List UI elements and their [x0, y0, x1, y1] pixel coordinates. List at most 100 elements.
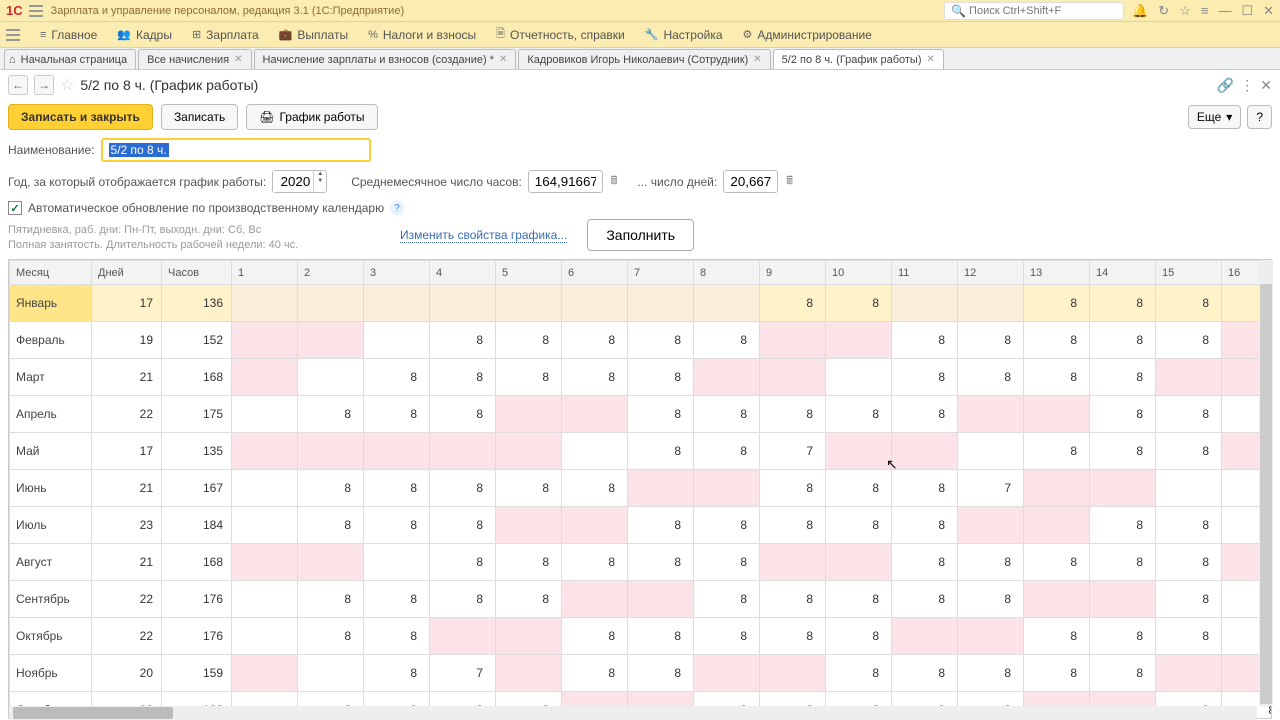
- col-day-14[interactable]: 14: [1090, 261, 1156, 285]
- print-schedule-button[interactable]: 🖨 График работы: [246, 104, 377, 130]
- schedule-table[interactable]: Месяц Дней Часов12345678910111213141516 …: [9, 260, 1271, 718]
- table-row[interactable]: Июль 23 18488888888888: [10, 507, 1272, 544]
- avg-days-input[interactable]: [723, 170, 778, 193]
- table-row[interactable]: Март 21 168888888888: [10, 359, 1272, 396]
- spin-down-icon[interactable]: ▼: [314, 178, 326, 185]
- fill-button[interactable]: Заполнить: [587, 219, 694, 251]
- tab-0[interactable]: ⌂ Начальная страница: [4, 49, 136, 69]
- col-day-7[interactable]: 7: [628, 261, 694, 285]
- menu-item-0[interactable]: ≡ Главное: [32, 25, 105, 45]
- close-tab-icon[interactable]: ✕: [1260, 77, 1272, 94]
- bell-icon[interactable]: 🔔: [1132, 3, 1148, 19]
- col-day-5[interactable]: 5: [496, 261, 562, 285]
- history-icon[interactable]: ↻: [1158, 3, 1169, 19]
- col-day-10[interactable]: 10: [826, 261, 892, 285]
- table-row[interactable]: Ноябрь 20 159878888888: [10, 655, 1272, 692]
- hamburger-icon[interactable]: [29, 5, 43, 17]
- main-menu: ≡ Главное 👥 Кадры ⊞ Зарплата 💼 Выплаты %…: [0, 22, 1280, 48]
- table-row[interactable]: Январь 17 136888888: [10, 285, 1272, 322]
- col-day-6[interactable]: 6: [562, 261, 628, 285]
- calculator-icon-2[interactable]: 🖩: [786, 172, 793, 191]
- spin-up-icon[interactable]: ▲: [314, 171, 326, 178]
- search-icon: 🔍: [951, 4, 966, 18]
- menu-item-4[interactable]: % Налоги и взносы: [360, 25, 484, 45]
- schedule-desc-1: Пятидневка, раб. дни: Пн-Пт, выходн. дни…: [8, 223, 392, 238]
- horizontal-scrollbar[interactable]: [9, 706, 1257, 720]
- table-row[interactable]: Апрель 22 17588888888888: [10, 396, 1272, 433]
- table-row[interactable]: Май 17 1358878888: [10, 433, 1272, 470]
- col-day-1[interactable]: 1: [232, 261, 298, 285]
- name-label: Наименование:: [8, 143, 95, 157]
- year-spinner[interactable]: ▲▼: [272, 170, 327, 193]
- menu-item-3[interactable]: 💼 Выплаты: [271, 25, 356, 45]
- tab-3[interactable]: Кадровиков Игорь Николаевич (Сотрудник) …: [518, 49, 770, 69]
- menu-icon-4: %: [368, 29, 378, 41]
- name-input[interactable]: 5/2 по 8 ч.: [101, 138, 371, 162]
- help-button[interactable]: ?: [1247, 105, 1272, 129]
- link-icon[interactable]: 🔗: [1217, 77, 1234, 94]
- schedule-table-container: Месяц Дней Часов12345678910111213141516 …: [8, 259, 1272, 719]
- col-day-9[interactable]: 9: [760, 261, 826, 285]
- home-icon: ⌂: [9, 54, 16, 66]
- schedule-desc-2: Полная занятость. Длительность рабочей н…: [8, 238, 392, 253]
- nav-back-button[interactable]: ←: [8, 75, 28, 95]
- col-month[interactable]: Месяц: [10, 261, 92, 285]
- close-window-icon[interactable]: ✕: [1263, 3, 1274, 19]
- col-hours[interactable]: Часов: [162, 261, 232, 285]
- menu-item-5[interactable]: 🗎 Отчетность, справки: [488, 22, 633, 47]
- col-day-15[interactable]: 15: [1156, 261, 1222, 285]
- tab-close-icon[interactable]: ✕: [499, 54, 507, 65]
- maximize-icon[interactable]: ☐: [1241, 3, 1253, 19]
- menu-item-7[interactable]: ⚙ Администрирование: [735, 25, 880, 45]
- col-day-12[interactable]: 12: [958, 261, 1024, 285]
- save-and-close-button[interactable]: Записать и закрыть: [8, 104, 153, 130]
- menu-item-2[interactable]: ⊞ Зарплата: [184, 25, 267, 45]
- save-button[interactable]: Записать: [161, 104, 238, 130]
- menu-icon-5: 🗎: [496, 25, 505, 44]
- tab-close-icon[interactable]: ✕: [234, 54, 242, 65]
- col-day-11[interactable]: 11: [892, 261, 958, 285]
- avg-hours-label: Среднемесячное число часов:: [351, 175, 522, 189]
- avg-days-label: ... число дней:: [637, 175, 717, 189]
- more-button[interactable]: Еще ▾: [1188, 105, 1241, 129]
- tab-2[interactable]: Начисление зарплаты и взносов (создание)…: [254, 49, 517, 69]
- menu-icon-6: 🔧: [645, 28, 659, 41]
- favorite-star-icon[interactable]: ☆: [60, 75, 74, 95]
- auto-update-checkbox[interactable]: ✓: [8, 201, 22, 215]
- change-properties-link[interactable]: Изменить свойства графика...: [400, 228, 567, 243]
- menu-item-6[interactable]: 🔧 Настройка: [637, 25, 731, 45]
- col-day-3[interactable]: 3: [364, 261, 430, 285]
- search-input[interactable]: [969, 5, 1117, 17]
- global-search[interactable]: 🔍: [944, 2, 1124, 20]
- table-row[interactable]: Июнь 21 1678888888878: [10, 470, 1272, 507]
- nav-forward-button[interactable]: →: [34, 75, 54, 95]
- col-days[interactable]: Дней: [92, 261, 162, 285]
- table-row[interactable]: Сентябрь 22 17688888888888: [10, 581, 1272, 618]
- menu-hamburger-icon[interactable]: [6, 29, 20, 41]
- tab-close-icon[interactable]: ✕: [753, 54, 761, 65]
- col-day-8[interactable]: 8: [694, 261, 760, 285]
- tab-1[interactable]: Все начисления ✕: [138, 49, 251, 69]
- menu-item-1[interactable]: 👥 Кадры: [109, 25, 180, 45]
- col-day-13[interactable]: 13: [1024, 261, 1090, 285]
- menu-icon-0: ≡: [40, 29, 46, 41]
- avg-hours-input[interactable]: [528, 170, 603, 193]
- col-day-2[interactable]: 2: [298, 261, 364, 285]
- calculator-icon[interactable]: 🖩: [611, 172, 618, 191]
- year-input[interactable]: [273, 171, 313, 192]
- menu-icon-7: ⚙: [743, 28, 753, 41]
- tab-4[interactable]: 5/2 по 8 ч. (График работы) ✕: [773, 49, 944, 69]
- vertical-scrollbar[interactable]: [1259, 260, 1273, 706]
- help-hint-icon[interactable]: ?: [390, 201, 404, 215]
- table-row[interactable]: Август 21 1688888888888: [10, 544, 1272, 581]
- auto-update-label: Автоматическое обновление по производств…: [28, 201, 384, 215]
- settings-icon[interactable]: ≡: [1201, 3, 1209, 18]
- table-row[interactable]: Октябрь 22 17688888888888: [10, 618, 1272, 655]
- tab-close-icon[interactable]: ✕: [927, 54, 935, 65]
- star-icon[interactable]: ☆: [1179, 3, 1191, 19]
- col-day-4[interactable]: 4: [430, 261, 496, 285]
- table-row[interactable]: Февраль 19 1528888888888: [10, 322, 1272, 359]
- minimize-icon[interactable]: —: [1218, 3, 1231, 18]
- more-vert-icon[interactable]: ⋮: [1240, 77, 1254, 94]
- app-title: Зарплата и управление персоналом, редакц…: [51, 5, 944, 17]
